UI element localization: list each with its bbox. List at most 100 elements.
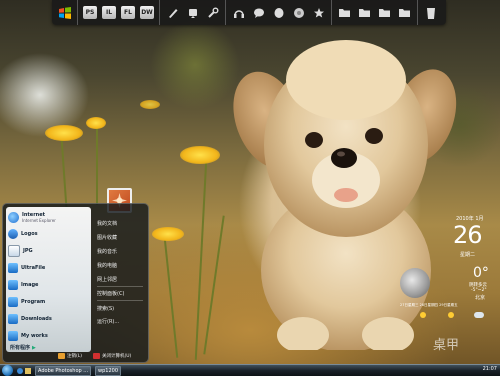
folder-quicklaunch-icon[interactable] — [25, 367, 31, 374]
chrome-icon[interactable] — [291, 5, 306, 20]
brush-icon[interactable] — [165, 5, 180, 20]
flower — [45, 125, 83, 141]
taskbar: Adobe Photoshop ... wp1200 21:07 — [0, 364, 500, 376]
chat-icon[interactable] — [251, 5, 266, 20]
ie-quicklaunch-icon[interactable] — [17, 367, 23, 374]
start-item-label: JPG — [23, 248, 33, 254]
task-button-photoshop[interactable]: Adobe Photoshop ... — [35, 365, 92, 376]
gadget-day: 26 — [453, 221, 483, 249]
start-item-downloads[interactable]: Downloads — [8, 312, 88, 326]
star-icon[interactable] — [311, 5, 326, 20]
flower — [140, 100, 160, 109]
wp1200-task-label: wp1200 — [98, 367, 119, 374]
start-place-my-computer[interactable]: 我的电脑 — [97, 262, 117, 269]
folders-group — [332, 0, 418, 25]
program-folder-icon — [8, 297, 18, 307]
start-item-label: Image — [21, 282, 39, 288]
windows-group — [52, 0, 78, 25]
start-item-label: Downloads — [21, 316, 52, 322]
headphones-icon[interactable] — [231, 5, 246, 20]
internet-explorer-icon — [8, 211, 19, 223]
apps-group: PS IL FL DW — [78, 0, 160, 25]
start-menu-pinned-panel: Internet Internet Explorer Logos JPG Ult… — [6, 207, 91, 352]
gadget-temperature: 0° — [473, 265, 489, 281]
start-menu-divider — [97, 286, 143, 287]
tray-clock[interactable]: 21:07 — [483, 366, 497, 372]
cloud-icon — [474, 312, 484, 318]
gadget-weekday: 星期二 — [460, 252, 476, 258]
pencil-icon[interactable] — [185, 5, 200, 20]
flower-stem — [60, 138, 68, 208]
start-item-label: My works — [21, 333, 48, 339]
folder-icon[interactable] — [357, 5, 372, 20]
start-menu-footer: 注销(L) 关闭计算机(U) — [3, 352, 148, 362]
flower-stem — [96, 125, 98, 205]
arrow-right-icon: ▶ — [32, 344, 36, 351]
shutdown-button[interactable]: 关闭计算机(U) — [93, 353, 131, 359]
start-item-label: Program — [21, 299, 46, 305]
start-item-program[interactable]: Program — [8, 295, 88, 309]
start-item-image[interactable]: Image — [8, 278, 88, 292]
sun-icon — [448, 312, 454, 318]
photoshop-task-label: Adobe Photoshop ... — [38, 367, 89, 374]
start-item-label: UltraFile — [21, 265, 46, 271]
logos-icon — [8, 229, 18, 239]
all-programs-label: 所有程序 — [10, 345, 31, 351]
start-item-jpg[interactable]: JPG — [8, 244, 88, 258]
power-icon — [93, 353, 100, 359]
folder-icon[interactable] — [377, 5, 392, 20]
image-folder-icon — [8, 280, 18, 290]
start-place-control-panel[interactable]: 控制面板(C) — [97, 290, 124, 297]
all-programs-button[interactable]: 所有程序 ▶ — [10, 344, 36, 352]
gadget-forecast: 27日星期三 28日星期四 29日星期五 — [400, 303, 458, 307]
start-place-my-pictures[interactable]: 图片收藏 — [97, 234, 117, 241]
top-dock-toolbar: PS IL FL DW — [52, 0, 446, 25]
trash-group — [418, 0, 443, 25]
jpg-icon — [8, 245, 20, 257]
start-item-my-works[interactable]: My works — [8, 329, 88, 343]
photoshop-app-button[interactable]: PS — [83, 6, 97, 19]
ultrafile-icon — [8, 263, 18, 273]
gadget-city: 北京 — [475, 295, 486, 301]
sun-icon — [420, 312, 426, 318]
flash-app-button[interactable]: FL — [121, 6, 135, 19]
start-button[interactable] — [2, 365, 13, 376]
wrench-icon[interactable] — [205, 5, 220, 20]
start-item-internet[interactable]: Internet Internet Explorer — [8, 209, 88, 225]
folder-icon[interactable] — [397, 5, 412, 20]
gadget-range: -5°~2° — [471, 288, 487, 293]
start-menu-divider — [97, 300, 143, 301]
my-works-folder-icon — [8, 331, 18, 341]
tools-group — [160, 0, 226, 25]
trash-icon[interactable] — [423, 5, 438, 20]
flower — [152, 227, 184, 241]
start-item-sublabel: Internet Explorer — [22, 217, 56, 223]
windows-logo-icon[interactable] — [57, 5, 72, 20]
start-menu: Internet Internet Explorer Logos JPG Ult… — [2, 203, 149, 363]
media-group — [226, 0, 332, 25]
start-place-my-music[interactable]: 我的音乐 — [97, 248, 117, 255]
flower — [86, 117, 106, 129]
start-item-label: Logos — [21, 231, 38, 237]
start-item-text: Internet Internet Explorer — [22, 212, 56, 223]
start-item-ultrafile[interactable]: UltraFile — [8, 261, 88, 275]
logoff-button[interactable]: 注销(L) — [58, 353, 82, 359]
leaf-icon[interactable] — [271, 5, 286, 20]
illustrator-app-button[interactable]: IL — [102, 6, 116, 19]
flower — [180, 146, 220, 164]
watermark-logo: 桌甲 — [433, 338, 460, 353]
dreamweaver-app-button[interactable]: DW — [140, 6, 154, 19]
start-item-logos[interactable]: Logos — [8, 227, 88, 241]
logoff-icon — [58, 353, 65, 359]
start-place-my-documents[interactable]: 我的文档 — [97, 220, 117, 227]
start-place-run[interactable]: 运行(R)... — [97, 318, 119, 325]
logoff-label: 注销(L) — [67, 354, 83, 359]
flower-stem — [203, 215, 225, 355]
folder-icon[interactable] — [337, 5, 352, 20]
downloads-folder-icon — [8, 314, 18, 324]
start-place-search[interactable]: 搜索(S) — [97, 305, 114, 312]
start-place-network[interactable]: 网上邻居 — [97, 276, 117, 283]
flower-stem — [163, 238, 179, 358]
task-button-wp1200[interactable]: wp1200 — [95, 365, 122, 376]
moon-weather-icon — [400, 268, 430, 298]
